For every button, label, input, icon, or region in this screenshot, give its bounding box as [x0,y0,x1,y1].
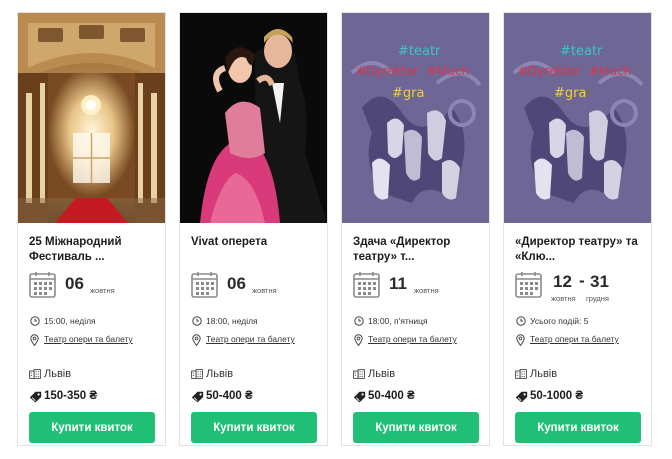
price-tag-icon [191,391,204,403]
event-date: 06 жовтня [29,271,161,301]
time-text: 15:00, неділя [44,316,96,326]
venue-link[interactable]: Театр опери та балету [368,334,457,344]
price-text: 50-400 ₴ [368,390,415,402]
date-day: 06 [65,274,84,293]
calendar-icon [29,271,56,298]
event-date: 06 жовтня [191,271,323,301]
teatr-poster: #teatr #Dyrektor #kluch #gra [504,13,651,223]
clock-icon [516,316,526,326]
buy-ticket-button[interactable]: Купити квиток [515,412,641,443]
date-start-month: жовтня [551,294,576,303]
poster-word-4: #gra [392,86,424,101]
price-tag-icon [29,391,42,403]
event-image-teatr-poster[interactable]: #teatr #Dyrektor #kluch #gra [342,13,489,223]
venue-link[interactable]: Театр опери та балету [206,334,295,344]
event-city: Львів [353,368,485,382]
event-image-palace-hall[interactable] [18,13,165,223]
city-icon [353,369,365,379]
poster-word-2: #Dyrektor [518,64,580,78]
calendar-icon [191,271,218,298]
map-pin-icon [192,334,201,346]
event-venue: Театр опери та балету [515,334,647,348]
city-text: Львів [44,368,72,380]
date-range-dash: - [579,271,585,290]
date-day: 06 [227,274,246,293]
time-text: 18:00, неділя [206,316,258,326]
buy-ticket-button[interactable]: Купити квиток [29,412,155,443]
poster-word-1: #teatr [398,44,441,59]
poster-word-1: #teatr [560,44,603,59]
palace-hall-image [18,13,165,223]
event-title[interactable]: 25 Міжнародний Фестиваль ... [29,235,161,265]
event-title[interactable]: Vivat оперета [191,235,323,265]
event-venue: Театр опери та балету [191,334,323,348]
date-month: жовтня [252,286,277,295]
poster-word-4: #gra [554,86,586,101]
map-pin-icon [516,334,525,346]
event-price: 50-1000 ₴ [515,390,647,405]
venue-link[interactable]: Театр опери та балету [44,334,133,344]
date-start-day: 12 [553,272,572,291]
price-text: 50-1000 ₴ [530,390,584,402]
map-pin-icon [30,334,39,346]
teatr-poster: #teatr #Dyrektor #kluch #gra [342,13,489,223]
clock-icon [354,316,364,326]
event-venue: Театр опери та балету [353,334,485,348]
poster-word-3: #kluch [589,64,631,78]
poster-word-3: #kluch [427,64,469,78]
event-card[interactable]: 25 Міжнародний Фестиваль ... 06 жовтня 1… [17,12,166,446]
event-city: Львів [515,368,647,382]
price-tag-icon [515,391,528,403]
event-time: 18:00, неділя [191,316,323,328]
city-text: Львів [530,368,558,380]
event-count: Усього подій: 5 [515,316,647,328]
time-text: 18:00, п'ятниця [368,316,428,326]
date-end-month: грудня [586,294,609,303]
price-tag-icon [353,391,366,403]
buy-ticket-button[interactable]: Купити квиток [191,412,317,443]
event-price: 50-400 ₴ [191,390,323,405]
event-time: 15:00, неділя [29,316,161,328]
date-month: жовтня [414,286,439,295]
event-price: 150-350 ₴ [29,390,161,405]
clock-icon [192,316,202,326]
event-title[interactable]: Здача «Директор театру» т... [353,235,485,265]
event-date: 11 жовтня [353,271,485,301]
calendar-icon [515,271,542,298]
price-text: 50-400 ₴ [206,390,253,402]
clock-icon [30,316,40,326]
event-title[interactable]: «Директор театру» та «Клю... [515,235,647,265]
date-month: жовтня [90,286,115,295]
event-grid: 25 Міжнародний Фестиваль ... 06 жовтня 1… [0,0,672,459]
event-city: Львів [191,368,323,382]
event-image-teatr-poster[interactable]: #teatr #Dyrektor #kluch #gra [504,13,651,223]
event-time: 18:00, п'ятниця [353,316,485,328]
city-text: Львів [368,368,396,380]
event-date-range: 12 - 31 жовтня грудня [515,271,647,303]
event-card[interactable]: #teatr #Dyrektor #kluch #gra Здача «Дире… [341,12,490,446]
buy-ticket-button[interactable]: Купити квиток [353,412,479,443]
price-text: 150-350 ₴ [44,390,98,402]
venue-link[interactable]: Театр опери та балету [530,334,619,344]
date-day: 11 [389,274,407,293]
poster-word-2: #Dyrektor [356,64,418,78]
event-card[interactable]: #teatr #Dyrektor #kluch #gra «Директор т… [503,12,652,446]
city-icon [29,369,41,379]
operetta-photo [180,13,327,223]
city-text: Львів [206,368,234,380]
map-pin-icon [354,334,363,346]
event-price: 50-400 ₴ [353,390,485,405]
event-count-text: Усього подій: 5 [530,316,589,326]
city-icon [191,369,203,379]
event-card[interactable]: Vivat оперета 06 жовтня 18:00, неділя Те… [179,12,328,446]
event-city: Львів [29,368,161,382]
city-icon [515,369,527,379]
event-venue: Театр опери та балету [29,334,161,348]
calendar-icon [353,271,380,298]
date-end-day: 31 [590,272,609,291]
event-image-operetta[interactable] [180,13,327,223]
